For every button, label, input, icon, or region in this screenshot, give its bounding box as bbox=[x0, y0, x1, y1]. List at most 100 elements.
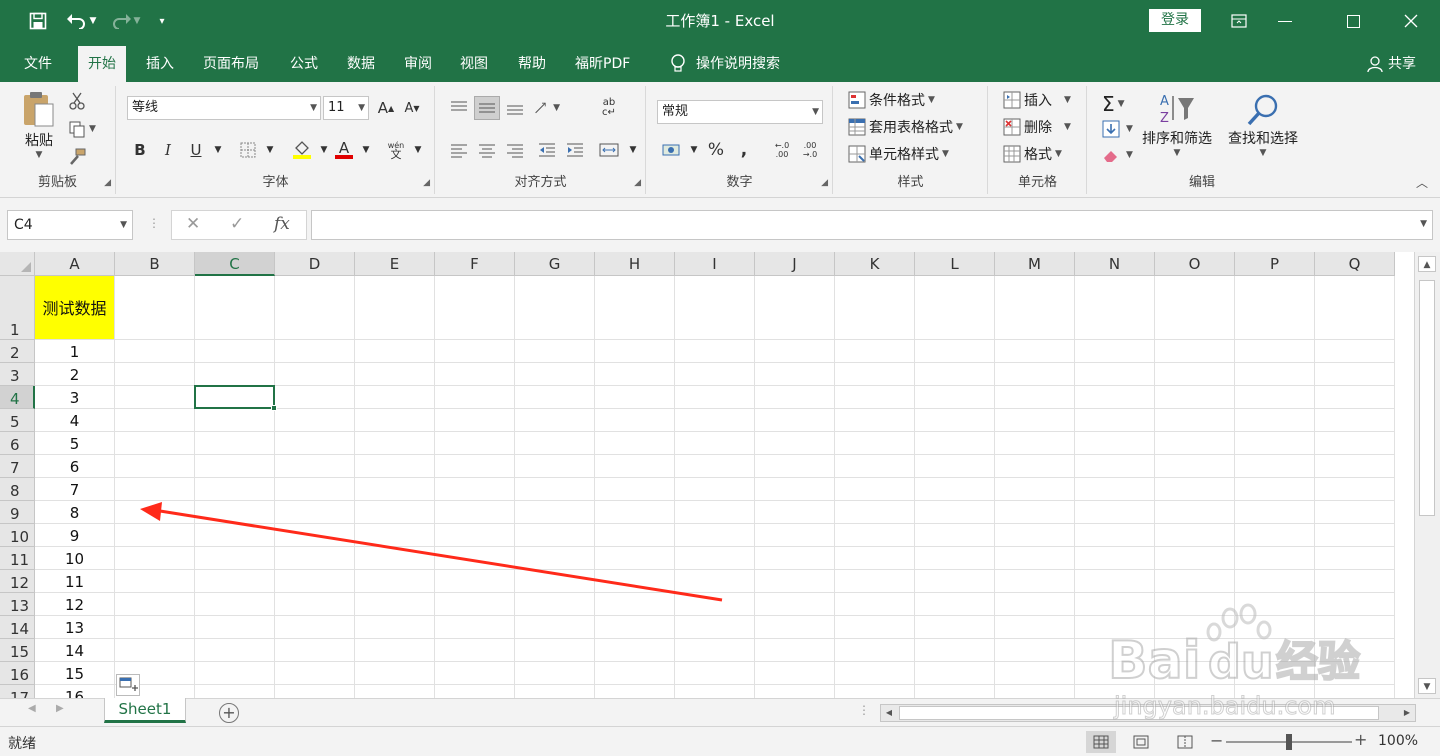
column-header-b[interactable]: B bbox=[115, 252, 195, 276]
cell-c1[interactable] bbox=[195, 276, 275, 340]
cell-p9[interactable] bbox=[1235, 501, 1315, 524]
cell-h4[interactable] bbox=[595, 386, 675, 409]
cell-d4[interactable] bbox=[275, 386, 355, 409]
cell-g9[interactable] bbox=[515, 501, 595, 524]
cell-d13[interactable] bbox=[275, 593, 355, 616]
minimize-icon[interactable] bbox=[1262, 0, 1308, 42]
cell-h15[interactable] bbox=[595, 639, 675, 662]
tab-page-layout[interactable]: 页面布局 bbox=[193, 46, 269, 82]
cell-a7[interactable]: 6 bbox=[35, 455, 115, 478]
cell-b9[interactable] bbox=[115, 501, 195, 524]
cell-p2[interactable] bbox=[1235, 340, 1315, 363]
cell-g16[interactable] bbox=[515, 662, 595, 685]
tab-review[interactable]: 审阅 bbox=[394, 46, 442, 82]
cell-b1[interactable] bbox=[115, 276, 195, 340]
page-break-view-button[interactable] bbox=[1170, 731, 1200, 753]
cell-g17[interactable] bbox=[515, 685, 595, 698]
cell-d3[interactable] bbox=[275, 363, 355, 386]
cell-c11[interactable] bbox=[195, 547, 275, 570]
cell-a2[interactable]: 1 bbox=[35, 340, 115, 363]
cell-n7[interactable] bbox=[1075, 455, 1155, 478]
cell-b13[interactable] bbox=[115, 593, 195, 616]
prev-sheet-icon[interactable]: ◀ bbox=[28, 703, 36, 714]
autosum-button[interactable]: Σ ▼ bbox=[1102, 92, 1125, 116]
cell-i12[interactable] bbox=[675, 570, 755, 593]
cell-p17[interactable] bbox=[1235, 685, 1315, 698]
cell-f14[interactable] bbox=[435, 616, 515, 639]
cell-h16[interactable] bbox=[595, 662, 675, 685]
cell-d17[interactable] bbox=[275, 685, 355, 698]
cell-a1[interactable]: 测试数据 bbox=[35, 276, 115, 340]
cell-q14[interactable] bbox=[1315, 616, 1395, 639]
cell-q4[interactable] bbox=[1315, 386, 1395, 409]
cell-h13[interactable] bbox=[595, 593, 675, 616]
cell-l10[interactable] bbox=[915, 524, 995, 547]
row-header-4[interactable]: 4 bbox=[0, 386, 35, 409]
confirm-entry-icon[interactable]: ✓ bbox=[230, 214, 244, 234]
cell-l1[interactable] bbox=[915, 276, 995, 340]
cell-n1[interactable] bbox=[1075, 276, 1155, 340]
cell-c2[interactable] bbox=[195, 340, 275, 363]
merge-dropdown-icon[interactable]: ▼ bbox=[620, 138, 646, 162]
cell-f11[interactable] bbox=[435, 547, 515, 570]
cell-e6[interactable] bbox=[355, 432, 435, 455]
cell-l3[interactable] bbox=[915, 363, 995, 386]
add-sheet-icon[interactable]: + bbox=[219, 703, 239, 723]
cell-m13[interactable] bbox=[995, 593, 1075, 616]
column-header-m[interactable]: M bbox=[995, 252, 1075, 276]
column-header-k[interactable]: K bbox=[835, 252, 915, 276]
column-header-l[interactable]: L bbox=[915, 252, 995, 276]
scroll-right-icon[interactable]: ▶ bbox=[1399, 705, 1415, 721]
cell-d12[interactable] bbox=[275, 570, 355, 593]
cell-o11[interactable] bbox=[1155, 547, 1235, 570]
cell-k9[interactable] bbox=[835, 501, 915, 524]
cell-f10[interactable] bbox=[435, 524, 515, 547]
normal-view-button[interactable] bbox=[1086, 731, 1116, 753]
font-name-select[interactable]: 等线 ▼ bbox=[127, 96, 321, 120]
cell-g12[interactable] bbox=[515, 570, 595, 593]
row-header-11[interactable]: 11 bbox=[0, 547, 35, 570]
cell-j6[interactable] bbox=[755, 432, 835, 455]
row-header-10[interactable]: 10 bbox=[0, 524, 35, 547]
cell-m10[interactable] bbox=[995, 524, 1075, 547]
cell-p8[interactable] bbox=[1235, 478, 1315, 501]
cell-q16[interactable] bbox=[1315, 662, 1395, 685]
format-cells-button[interactable]: 格式 ▼ bbox=[1003, 144, 1062, 164]
cell-g5[interactable] bbox=[515, 409, 595, 432]
cell-n4[interactable] bbox=[1075, 386, 1155, 409]
close-icon[interactable] bbox=[1388, 0, 1434, 42]
cell-d15[interactable] bbox=[275, 639, 355, 662]
cell-b8[interactable] bbox=[115, 478, 195, 501]
save-icon[interactable] bbox=[24, 0, 52, 42]
cell-p13[interactable] bbox=[1235, 593, 1315, 616]
column-header-q[interactable]: Q bbox=[1315, 252, 1395, 276]
cell-c5[interactable] bbox=[195, 409, 275, 432]
cell-p14[interactable] bbox=[1235, 616, 1315, 639]
cell-k5[interactable] bbox=[835, 409, 915, 432]
cell-m1[interactable] bbox=[995, 276, 1075, 340]
cell-l7[interactable] bbox=[915, 455, 995, 478]
cell-j5[interactable] bbox=[755, 409, 835, 432]
cell-h2[interactable] bbox=[595, 340, 675, 363]
cell-e13[interactable] bbox=[355, 593, 435, 616]
cell-h11[interactable] bbox=[595, 547, 675, 570]
column-header-h[interactable]: H bbox=[595, 252, 675, 276]
cell-f2[interactable] bbox=[435, 340, 515, 363]
cell-p10[interactable] bbox=[1235, 524, 1315, 547]
column-header-n[interactable]: N bbox=[1075, 252, 1155, 276]
cell-o12[interactable] bbox=[1155, 570, 1235, 593]
cell-h9[interactable] bbox=[595, 501, 675, 524]
redo-icon[interactable]: ▼ bbox=[108, 0, 142, 42]
cell-j17[interactable] bbox=[755, 685, 835, 698]
formula-input[interactable]: ▼ bbox=[311, 210, 1433, 240]
ribbon-display-options-icon[interactable] bbox=[1216, 0, 1262, 42]
cell-d6[interactable] bbox=[275, 432, 355, 455]
cell-m8[interactable] bbox=[995, 478, 1075, 501]
row-header-9[interactable]: 9 bbox=[0, 501, 35, 524]
cell-o4[interactable] bbox=[1155, 386, 1235, 409]
cell-b11[interactable] bbox=[115, 547, 195, 570]
row-header-8[interactable]: 8 bbox=[0, 478, 35, 501]
cell-d7[interactable] bbox=[275, 455, 355, 478]
alignment-launcher-icon[interactable]: ◢ bbox=[634, 178, 641, 188]
cell-j7[interactable] bbox=[755, 455, 835, 478]
